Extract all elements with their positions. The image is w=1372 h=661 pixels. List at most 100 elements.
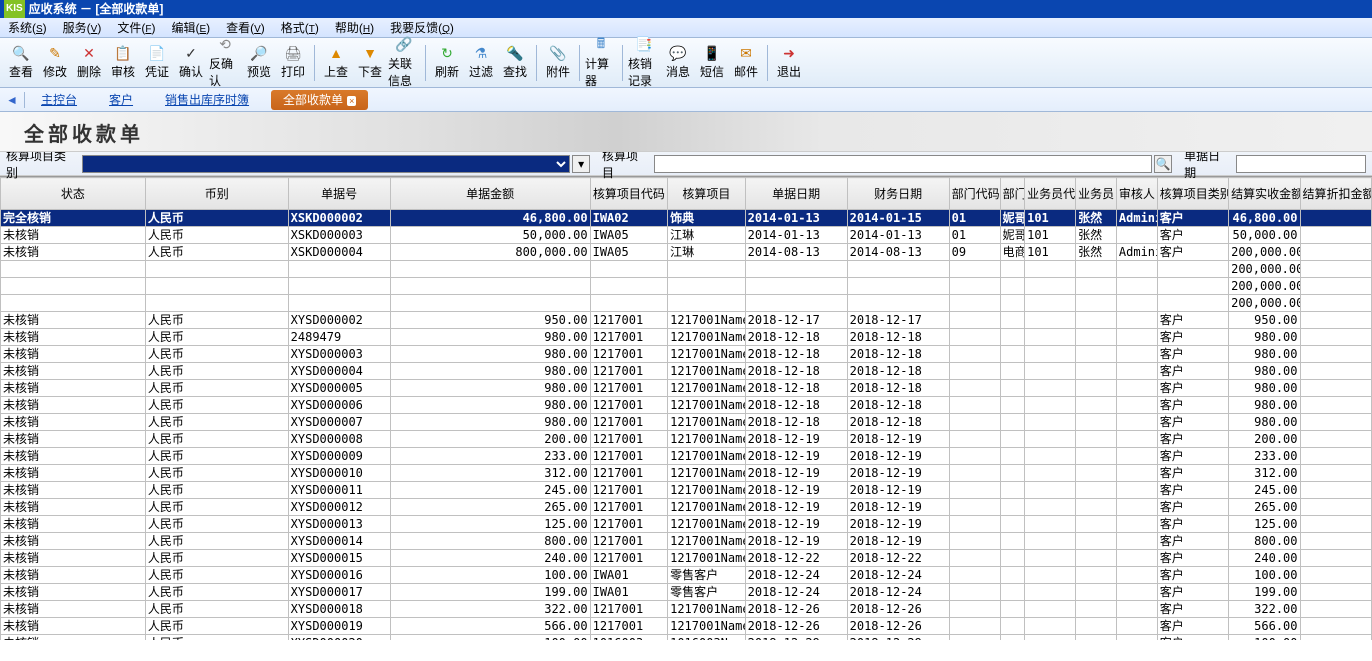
verifylog-button[interactable]: 📑核销记录 (628, 40, 660, 86)
col-10[interactable]: 业务员代码 (1025, 178, 1076, 210)
col-5[interactable]: 核算项目 (668, 178, 746, 210)
table-row[interactable]: 200,000.00 (1, 278, 1372, 295)
table-row[interactable]: 未核销人民币XSKD00000350,000.00IWA05江琳2014-01-… (1, 227, 1372, 244)
col-1[interactable]: 币别 (145, 178, 288, 210)
unconfirm-button[interactable]: ⟲反确认 (209, 40, 241, 86)
filter-category-select[interactable] (82, 155, 570, 173)
modify-button[interactable]: ✎修改 (39, 40, 71, 86)
calc-button[interactable]: 🖩计算器 (585, 40, 617, 86)
cell (1076, 584, 1117, 601)
table-row[interactable]: 未核销人民币XYSD000008200.0012170011217001Name… (1, 431, 1372, 448)
tab-销售出库序时簿[interactable]: 销售出库序时簿 (155, 91, 259, 109)
cell: 2018-12-26 (745, 618, 847, 635)
col-13[interactable]: 核算项目类别 (1157, 178, 1228, 210)
table-row[interactable]: 未核销人民币XYSD000009233.0012170011217001Name… (1, 448, 1372, 465)
table-row[interactable]: 未核销人民币XYSD000012265.0012170011217001Name… (1, 499, 1372, 516)
table-row[interactable]: 未核销人民币XYSD000002950.0012170011217001Name… (1, 312, 1372, 329)
table-row[interactable]: 完全核销人民币XSKD00000246,800.00IWA02饰典2014-01… (1, 210, 1372, 227)
table-row[interactable]: 未核销人民币XYSD000011245.0012170011217001Name… (1, 482, 1372, 499)
menu-编辑[interactable]: 编辑(E) (163, 19, 218, 36)
filter-date-input[interactable] (1236, 155, 1366, 173)
search-button[interactable]: 🔦查找 (499, 40, 531, 86)
col-7[interactable]: 财务日期 (847, 178, 949, 210)
refresh-button[interactable]: ↻刷新 (431, 40, 463, 86)
tabs-prev-icon[interactable]: ◄ (4, 93, 20, 107)
exit-button[interactable]: ➜退出 (773, 40, 805, 86)
grid-scroll[interactable]: 状态币别单据号单据金额核算项目代码核算项目单据日期财务日期部门代码部门业务员代码… (0, 176, 1372, 640)
col-9[interactable]: 部门 (1000, 178, 1024, 210)
up-button[interactable]: ▲上查 (320, 40, 352, 86)
menu-查看[interactable]: 查看(V) (218, 19, 273, 36)
cell (1025, 533, 1076, 550)
col-11[interactable]: 业务员 (1076, 178, 1117, 210)
col-14[interactable]: 结算实收金额 (1229, 178, 1300, 210)
table-row[interactable]: 未核销人民币XYSD000019566.0012170011217001Name… (1, 618, 1372, 635)
menu-文件[interactable]: 文件(F) (109, 19, 163, 36)
filter-project-browse-button[interactable]: 🔍 (1154, 155, 1172, 173)
col-0[interactable]: 状态 (1, 178, 146, 210)
cell: 人民币 (145, 516, 288, 533)
table-row[interactable]: 未核销人民币XYSD000020100.0010160031016003Name… (1, 635, 1372, 641)
table-row[interactable]: 未核销人民币XYSD000017199.00IWA01零售客户2018-12-2… (1, 584, 1372, 601)
table-row[interactable]: 未核销人民币XYSD000015240.0012170011217001Name… (1, 550, 1372, 567)
col-2[interactable]: 单据号 (288, 178, 390, 210)
table-row[interactable]: 未核销人民币XSKD000004800,000.00IWA05江琳2014-08… (1, 244, 1372, 261)
attach-button[interactable]: 📎附件 (542, 40, 574, 86)
cell (1000, 601, 1024, 618)
col-4[interactable]: 核算项目代码 (590, 178, 668, 210)
audit-button[interactable]: 📋审核 (107, 40, 139, 86)
table-row[interactable]: 未核销人民币XYSD000005980.0012170011217001Name… (1, 380, 1372, 397)
relinfo-button[interactable]: 🔗关联信息 (388, 40, 420, 86)
msg-button[interactable]: 💬消息 (662, 40, 694, 86)
table-row[interactable]: 未核销人民币XYSD000004980.0012170011217001Name… (1, 363, 1372, 380)
menu-服务[interactable]: 服务(V) (55, 19, 110, 36)
cell: 未核销 (1, 227, 146, 244)
col-8[interactable]: 部门代码 (949, 178, 1000, 210)
cell: 1217001 (590, 329, 668, 346)
filter-project-input[interactable] (654, 155, 1152, 173)
filter-category-browse-button[interactable]: ▾ (572, 155, 590, 173)
table-row[interactable]: 未核销人民币XYSD000016100.00IWA01零售客户2018-12-2… (1, 567, 1372, 584)
cell: 01 (949, 210, 1000, 227)
table-row[interactable]: 未核销人民币XYSD000007980.0012170011217001Name… (1, 414, 1372, 431)
sms-button[interactable]: 📱短信 (696, 40, 728, 86)
cell: Admini (1116, 210, 1157, 227)
table-row[interactable]: 未核销人民币XYSD000010312.0012170011217001Name… (1, 465, 1372, 482)
filter-button[interactable]: ⚗过滤 (465, 40, 497, 86)
tab-全部收款单[interactable]: 全部收款单× (271, 90, 368, 110)
table-row[interactable]: 未核销人民币XYSD000014800.0012170011217001Name… (1, 533, 1372, 550)
col-6[interactable]: 单据日期 (745, 178, 847, 210)
voucher-button[interactable]: 📄凭证 (141, 40, 173, 86)
table-row[interactable]: 200,000.00 (1, 261, 1372, 278)
menu-系统[interactable]: 系统(S) (0, 19, 55, 36)
cell (1157, 278, 1228, 295)
tab-close-icon[interactable]: × (347, 96, 356, 106)
table-row[interactable]: 未核销人民币XYSD000013125.0012170011217001Name… (1, 516, 1372, 533)
table-row[interactable]: 未核销人民币2489479980.0012170011217001Name201… (1, 329, 1372, 346)
cell: 客户 (1157, 312, 1228, 329)
down-button[interactable]: ▼下查 (354, 40, 386, 86)
print-button[interactable]: 🖨打印 (277, 40, 309, 86)
col-12[interactable]: 审核人 (1116, 178, 1157, 210)
menu-我要反馈[interactable]: 我要反馈(Q) (382, 19, 462, 36)
view-button[interactable]: 🔍查看 (5, 40, 37, 86)
tab-主控台[interactable]: 主控台 (31, 91, 87, 109)
confirm-button[interactable]: ✓确认 (175, 40, 207, 86)
preview-button[interactable]: 🔎预览 (243, 40, 275, 86)
cell: 人民币 (145, 584, 288, 601)
mail-button[interactable]: ✉邮件 (730, 40, 762, 86)
table-row[interactable]: 未核销人民币XYSD000018322.0012170011217001Name… (1, 601, 1372, 618)
col-3[interactable]: 单据金额 (390, 178, 590, 210)
cell: 1016003Name (668, 635, 746, 641)
tab-客户[interactable]: 客户 (99, 91, 143, 109)
delete-button[interactable]: ✕删除 (73, 40, 105, 86)
table-row[interactable]: 未核销人民币XYSD000006980.0012170011217001Name… (1, 397, 1372, 414)
table-row[interactable]: 200,000.00 (1, 295, 1372, 312)
menu-帮助[interactable]: 帮助(H) (327, 19, 382, 36)
table-row[interactable]: 未核销人民币XYSD000003980.0012170011217001Name… (1, 346, 1372, 363)
cell (390, 295, 590, 312)
col-15[interactable]: 结算折扣金额 (1300, 178, 1372, 210)
cell (1300, 482, 1372, 499)
menu-格式[interactable]: 格式(T) (273, 19, 327, 36)
cell (1300, 533, 1372, 550)
